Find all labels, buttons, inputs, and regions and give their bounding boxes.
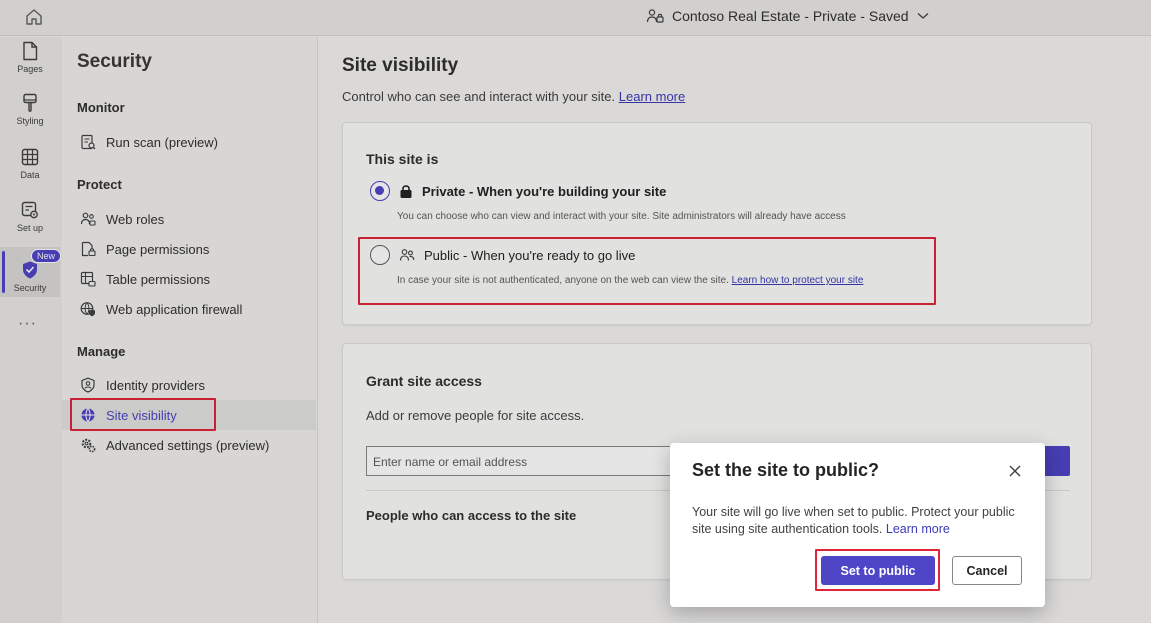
dialog-learn-more-link[interactable]: Learn more — [886, 522, 950, 536]
highlight-set-to-public — [815, 549, 940, 591]
close-icon[interactable] — [1008, 464, 1022, 478]
cancel-button[interactable]: Cancel — [952, 556, 1022, 585]
dialog-title: Set the site to public? — [692, 460, 880, 480]
dialog-body-text: Your site will go live when set to publi… — [692, 505, 1015, 536]
dialog-body: Your site will go live when set to publi… — [692, 504, 1022, 538]
